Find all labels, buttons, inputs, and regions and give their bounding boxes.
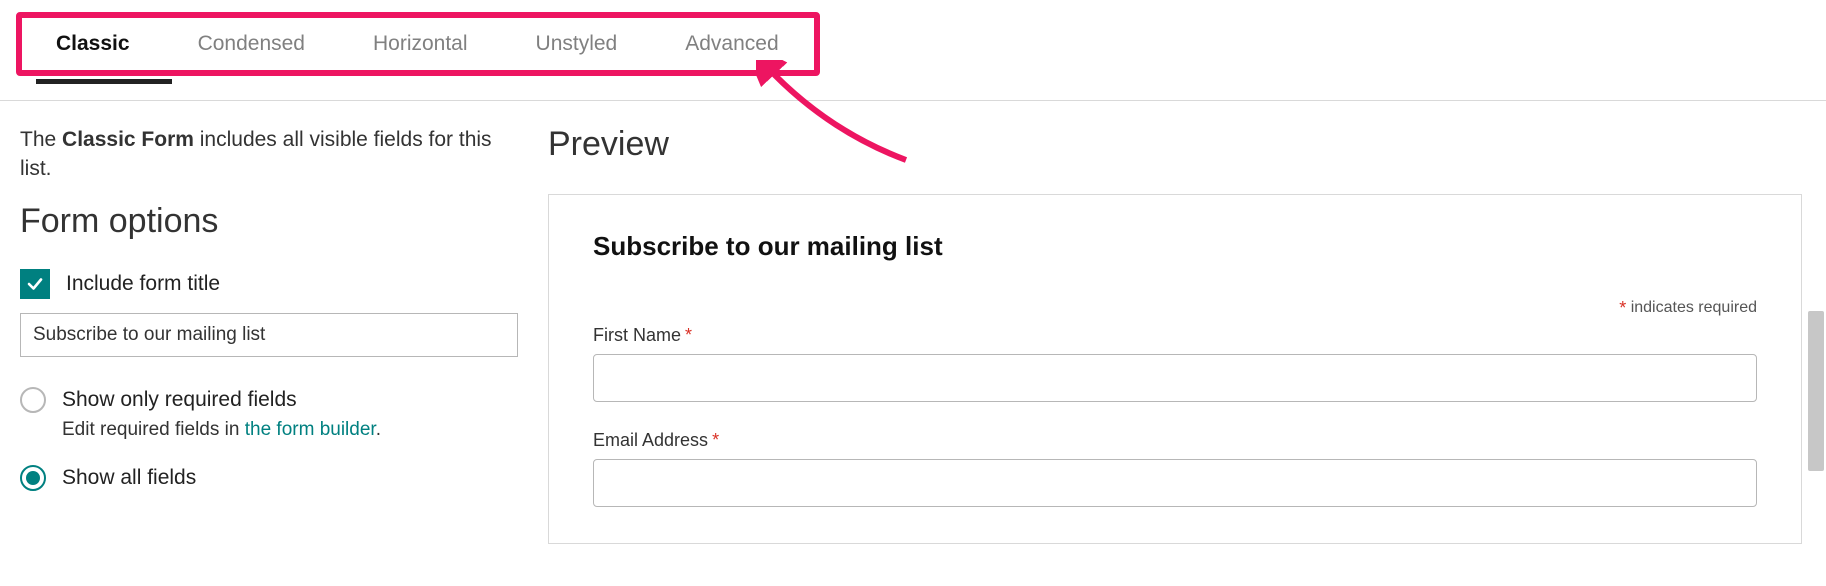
required-indicator-note: * indicates required	[593, 298, 1757, 319]
right-panel: Preview Subscribe to our mailing list * …	[548, 125, 1826, 544]
form-builder-link[interactable]: the form builder	[245, 419, 376, 440]
radio-all-fields[interactable]	[20, 465, 46, 491]
tab-horizontal[interactable]: Horizontal	[339, 18, 502, 70]
desc-bold: Classic Form	[62, 128, 194, 151]
page-body: The Classic Form includes all visible fi…	[0, 100, 1826, 544]
radio-all-label: Show all fields	[62, 466, 196, 490]
email-input[interactable]	[593, 459, 1757, 507]
preview-scrollbar[interactable]	[1808, 311, 1824, 471]
include-title-option: Include form title	[20, 269, 518, 299]
preview-heading: Preview	[548, 125, 1826, 164]
tab-condensed[interactable]: Condensed	[164, 18, 339, 70]
form-style-tabs: Classic Condensed Horizontal Unstyled Ad…	[16, 12, 820, 76]
check-icon	[26, 275, 44, 293]
fields-radio-group: Show only required fields Edit required …	[20, 387, 518, 491]
left-panel: The Classic Form includes all visible fi…	[0, 125, 548, 544]
radio-required-label: Show only required fields	[62, 388, 297, 412]
preview-container: Subscribe to our mailing list * indicate…	[548, 194, 1802, 544]
desc-prefix: The	[20, 128, 62, 151]
asterisk-icon: *	[685, 325, 692, 345]
field-label-email: Email Address*	[593, 430, 1757, 451]
tab-advanced[interactable]: Advanced	[651, 18, 812, 70]
field-label-firstname: First Name*	[593, 325, 1757, 346]
form-title-input[interactable]	[20, 313, 518, 357]
tab-unstyled[interactable]: Unstyled	[502, 18, 652, 70]
preview-form-title: Subscribe to our mailing list	[593, 231, 1757, 262]
active-tab-indicator	[36, 79, 172, 84]
radio-required-subtext: Edit required fields in the form builder…	[62, 419, 518, 441]
asterisk-icon: *	[712, 430, 719, 450]
firstname-input[interactable]	[593, 354, 1757, 402]
asterisk-icon: *	[1619, 298, 1626, 318]
radio-required-only[interactable]	[20, 387, 46, 413]
tab-classic[interactable]: Classic	[22, 18, 164, 70]
include-title-label: Include form title	[66, 272, 220, 296]
include-title-checkbox[interactable]	[20, 269, 50, 299]
form-options-heading: Form options	[20, 202, 518, 241]
form-description: The Classic Form includes all visible fi…	[20, 125, 518, 184]
